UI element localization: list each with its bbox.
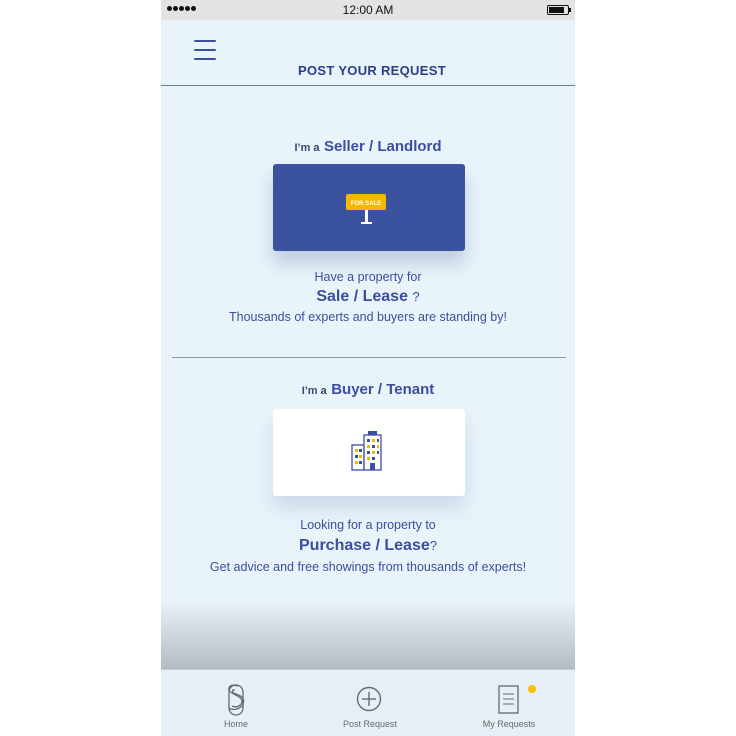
phone-screen: 12:00 AM POST YOUR REQUEST I’m a Seller …: [161, 0, 575, 736]
for-sale-sign-icon: FOR SALE: [346, 194, 386, 224]
for-sale-sign-text: FOR SALE: [351, 201, 381, 207]
buyer-line1: Looking for a property to: [300, 518, 436, 532]
buyer-role: Buyer / Tenant: [331, 381, 435, 398]
seller-line3: Thousands of experts and buyers are stan…: [229, 310, 507, 324]
seller-role: Seller / Landlord: [324, 138, 442, 155]
seller-line2-wrap: Sale / Lease ?: [161, 288, 575, 306]
home-logo-icon: [228, 684, 245, 716]
page-title: POST YOUR REQUEST: [298, 63, 446, 78]
notification-dot: [528, 685, 536, 693]
tab-post-request-label: Post Request: [342, 719, 398, 729]
bottom-tab-bar: Home Post Request My Requests: [161, 669, 575, 736]
building-icon: [351, 431, 382, 471]
status-bar: 12:00 AM: [161, 0, 575, 20]
seller-line2-suffix: ?: [412, 289, 420, 304]
app-header: POST YOUR REQUEST: [161, 20, 575, 86]
seller-prefix: I’m a: [294, 142, 320, 154]
add-circle-icon: [356, 686, 382, 712]
battery-icon: [547, 5, 571, 15]
tab-my-requests-label: My Requests: [482, 719, 536, 729]
section-divider: [172, 357, 566, 358]
buyer-line2-wrap: Purchase / Lease?: [161, 537, 575, 555]
buyer-line3: Get advice and free showings from thousa…: [209, 560, 527, 574]
buyer-prefix: I’m a: [301, 385, 327, 397]
seller-card[interactable]: FOR SALE: [273, 164, 465, 251]
buyer-line2-suffix: ?: [429, 538, 437, 553]
hamburger-menu-icon[interactable]: [194, 40, 216, 60]
tab-home-label: Home: [223, 719, 248, 729]
buyer-line2: Purchase / Lease: [299, 537, 430, 554]
seller-heading: I’m a Seller / Landlord: [161, 138, 575, 156]
tab-post-request[interactable]: Post Request: [310, 670, 430, 736]
tab-home[interactable]: Home: [176, 670, 296, 736]
tab-my-requests[interactable]: My Requests: [449, 670, 569, 736]
document-icon: [498, 685, 519, 714]
buyer-card[interactable]: [273, 409, 465, 496]
seller-line1: Have a property for: [314, 270, 422, 284]
bottom-shadow: [161, 600, 575, 670]
seller-line2: Sale / Lease: [316, 288, 408, 305]
buyer-heading: I’m a Buyer / Tenant: [161, 381, 575, 399]
status-time: 12:00 AM: [342, 3, 394, 17]
